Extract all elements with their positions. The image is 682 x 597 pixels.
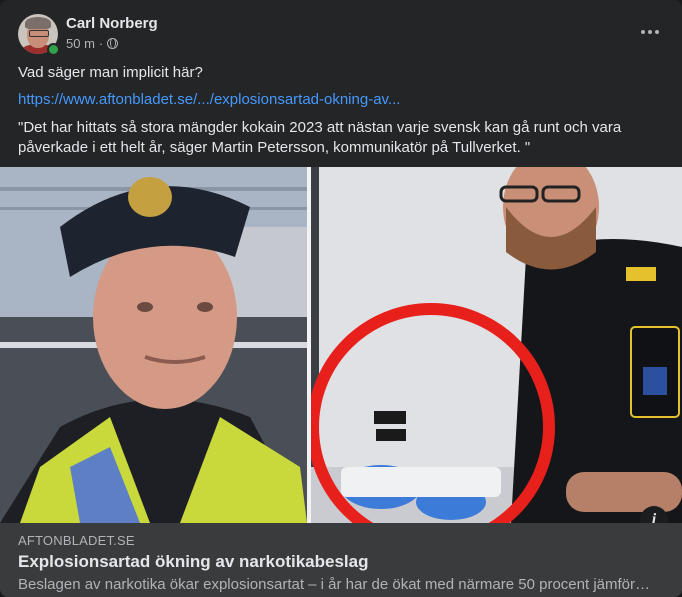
more-options-icon[interactable] [638, 20, 662, 44]
link-preview-image[interactable] [0, 167, 682, 523]
feed-post: Carl Norberg 50 m · Vad säger man implic… [0, 0, 682, 597]
meta-separator: · [98, 36, 104, 51]
author-name[interactable]: Carl Norberg [66, 15, 158, 32]
link-domain: AFTONBLADET.SE [18, 533, 135, 548]
post-link[interactable]: https://www.aftonbladet.se/.../explosion… [18, 90, 664, 110]
post-time[interactable]: 50 m [66, 36, 95, 51]
post-meta: 50 m · [66, 36, 119, 51]
post-text: Vad säger man implicit här? [18, 64, 203, 81]
globe-icon[interactable] [107, 38, 119, 49]
officer-photo [0, 167, 307, 523]
link-description: Beslagen av narkotika ökar explosionsart… [18, 576, 650, 593]
link-preview-card[interactable]: AFTONBLADET.SE Explosionsartad ökning av… [0, 523, 682, 597]
online-status-icon [47, 43, 60, 56]
post-header: Carl Norberg 50 m · [18, 14, 664, 56]
link-headline[interactable]: Explosionsartad ökning av narkotikabesla… [18, 552, 369, 572]
post-quote: "Det har hittats så stora mängder kokain… [18, 119, 622, 156]
customs-photo [311, 167, 682, 523]
